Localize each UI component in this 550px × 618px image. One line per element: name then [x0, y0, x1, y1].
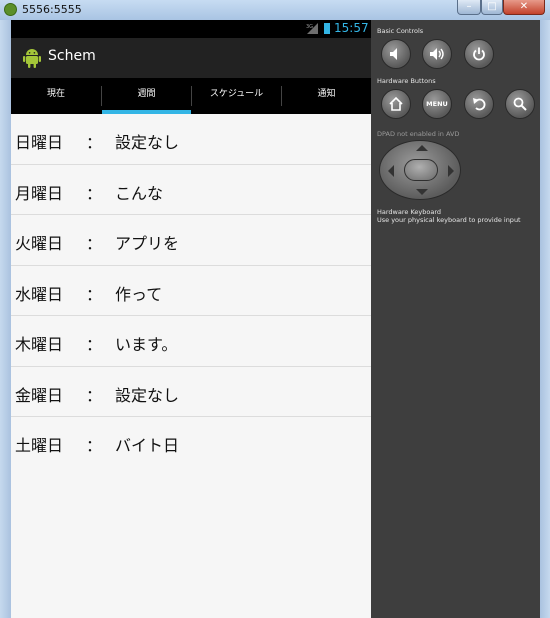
volume-down-button[interactable] — [381, 39, 411, 69]
hardware-keyboard-label: Hardware Keyboard — [377, 208, 442, 216]
day-value: います。 — [115, 335, 178, 354]
list-item[interactable]: 土曜日 ： バイト日 — [11, 417, 371, 468]
day-label: 火曜日 — [15, 234, 64, 253]
android-robot-icon — [23, 49, 41, 68]
day-label: 木曜日 — [15, 335, 64, 354]
action-bar: Schem — [11, 38, 371, 78]
dpad-up-icon — [416, 145, 428, 151]
emulator-window: 5556:5555 – □ ✕ 3G 15:57 Schem 現在 週間 スケジ… — [0, 0, 550, 618]
home-button[interactable] — [381, 89, 411, 119]
signal-icon: 3G — [306, 23, 318, 34]
back-button[interactable] — [464, 89, 494, 119]
volume-up-icon — [430, 48, 444, 60]
status-clock: 15:57 — [334, 21, 369, 35]
window-frame-left — [0, 20, 11, 618]
window-title: 5556:5555 — [22, 3, 82, 16]
power-icon — [473, 47, 485, 61]
battery-icon — [324, 23, 330, 34]
tab-current[interactable]: 現在 — [11, 78, 101, 114]
window-frame-right — [540, 20, 550, 618]
day-label: 金曜日 — [15, 385, 64, 405]
maximize-button[interactable]: □ — [481, 0, 503, 15]
list-item[interactable]: 木曜日 ： います。 — [11, 316, 371, 367]
day-value: 設定なし — [115, 385, 180, 405]
row-separator: ： — [86, 335, 103, 354]
day-value: 設定なし — [115, 133, 180, 152]
status-bar: 3G 15:57 — [11, 20, 371, 38]
day-label: 水曜日 — [15, 284, 64, 304]
back-icon — [473, 98, 486, 111]
day-value: こんな — [115, 183, 164, 203]
dpad-center-button[interactable] — [404, 159, 438, 181]
basic-controls-label: Basic Controls — [377, 27, 424, 35]
day-label: 土曜日 — [15, 436, 64, 455]
day-value: アプリを — [115, 234, 180, 253]
row-separator: ： — [86, 183, 103, 203]
row-separator: ： — [86, 284, 103, 304]
home-icon — [389, 96, 403, 111]
dpad-status-label: DPAD not enabled in AVD — [377, 130, 460, 138]
window-titlebar[interactable]: 5556:5555 – □ ✕ — [0, 0, 550, 20]
tab-bar: 現在 週間 スケジュール 通知 — [11, 78, 371, 114]
row-separator: ： — [86, 133, 103, 152]
weekly-list: 日曜日 ： 設定なし 月曜日 ： こんな 火曜日 ： アプリを 水曜日 ： 作っ… — [11, 114, 371, 468]
volume-down-icon — [390, 48, 397, 60]
app-title: Schem — [48, 48, 96, 64]
tab-notification[interactable]: 通知 — [282, 78, 371, 114]
search-button[interactable] — [505, 89, 535, 119]
hardware-buttons-label: Hardware Buttons — [377, 77, 436, 85]
menu-button[interactable]: MENU — [422, 89, 452, 119]
emulator-controls-panel: Basic Controls Hardware Buttons MENU DPA… — [371, 20, 540, 618]
dpad-left-icon — [388, 165, 394, 177]
hardware-keyboard-hint: Use your physical keyboard to provide in… — [377, 216, 521, 224]
day-label: 日曜日 — [15, 133, 64, 152]
tab-weekly[interactable]: 週間 — [102, 78, 191, 114]
list-item[interactable]: 月曜日 ： こんな — [11, 165, 371, 215]
device-screen: 3G 15:57 Schem 現在 週間 スケジュール 通知 日曜日 ： 設定な… — [11, 20, 371, 618]
minimize-button[interactable]: – — [457, 0, 481, 15]
volume-up-button[interactable] — [422, 39, 452, 69]
list-item[interactable]: 水曜日 ： 作って — [11, 266, 371, 316]
list-item[interactable]: 日曜日 ： 設定なし — [11, 114, 371, 165]
day-label: 月曜日 — [15, 183, 64, 203]
row-separator: ： — [86, 234, 103, 253]
day-value: バイト日 — [115, 436, 180, 455]
list-item[interactable]: 金曜日 ： 設定なし — [11, 367, 371, 417]
search-icon — [513, 97, 527, 111]
row-separator: ： — [86, 436, 103, 455]
dpad-right-icon — [448, 165, 454, 177]
menu-button-label: MENU — [426, 100, 448, 108]
power-button[interactable] — [464, 39, 494, 69]
tab-schedule[interactable]: スケジュール — [192, 78, 281, 114]
emulator-app-icon — [4, 3, 17, 16]
day-value: 作って — [115, 284, 163, 304]
dpad-control[interactable] — [379, 140, 461, 200]
list-item[interactable]: 火曜日 ： アプリを — [11, 215, 371, 266]
dpad-down-icon — [416, 189, 428, 195]
close-button[interactable]: ✕ — [503, 0, 545, 15]
row-separator: ： — [86, 385, 103, 405]
